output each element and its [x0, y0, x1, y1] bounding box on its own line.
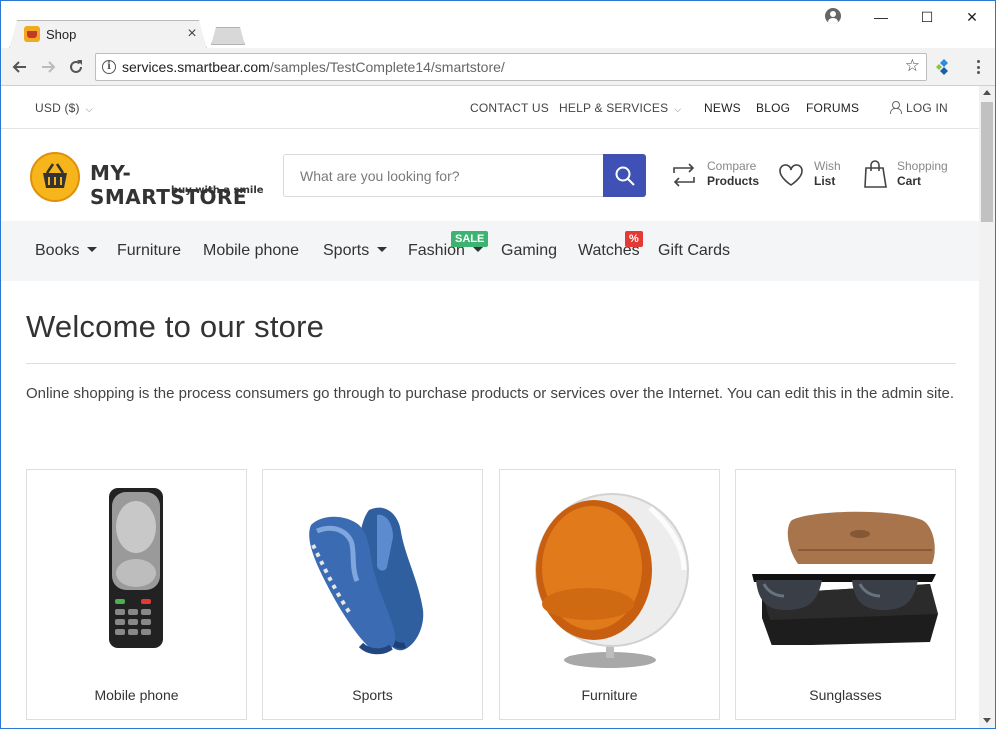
menu-label-books: Books	[35, 242, 80, 259]
forums-link[interactable]: FORUMS	[806, 101, 859, 115]
category-label: Sports	[352, 687, 393, 703]
page-viewport: USD ($) ⌵ CONTACT US HELP & SERVICES ⌵ NEW…	[1, 86, 979, 728]
wish-label-big: List	[814, 174, 836, 188]
blog-link[interactable]: BLOG	[756, 101, 790, 115]
site-info-icon[interactable]: i	[102, 60, 116, 74]
category-card-mobile-phone[interactable]: Mobile phone	[26, 469, 247, 720]
scroll-up-arrow-icon[interactable]	[983, 90, 991, 95]
login-link[interactable]: LOG IN	[890, 101, 948, 115]
wish-label-small: Wish	[814, 159, 841, 173]
search-button[interactable]	[603, 154, 646, 197]
help-services-menu[interactable]: HELP & SERVICES ⌵	[559, 101, 681, 115]
address-bar[interactable]: i services.smartbear.com/samples/TestCom…	[95, 53, 927, 81]
caret-down-icon	[87, 247, 98, 252]
forward-arrow-icon	[42, 61, 56, 73]
caret-down-icon	[377, 247, 388, 252]
menu-label-sports: Sports	[323, 242, 370, 259]
chevron-down-icon: ⌵	[85, 104, 93, 114]
url-text[interactable]: services.smartbear.com/samples/TestCompl…	[122, 59, 505, 75]
profile-icon[interactable]	[825, 8, 841, 24]
category-card-sports[interactable]: Sports	[262, 469, 483, 720]
shop-favicon-icon	[24, 26, 40, 42]
extension-icon[interactable]	[935, 58, 953, 76]
wishlist-button[interactable]: Wish List	[777, 159, 847, 195]
search-input[interactable]	[283, 154, 603, 197]
back-button[interactable]	[9, 56, 31, 78]
menu-item-furniture[interactable]: Furniture	[117, 242, 181, 260]
search-box	[283, 154, 646, 197]
browser-titlebar: Shop × — ☐ ✕	[1, 1, 995, 49]
currency-selector[interactable]: USD ($) ⌵	[35, 101, 93, 115]
discount-badge: %	[625, 231, 643, 247]
url-host: services.smartbear.com	[122, 59, 270, 75]
shopping-bag-icon	[864, 160, 887, 188]
browser-toolbar: i services.smartbear.com/samples/TestCom…	[1, 48, 995, 86]
store-logo[interactable]: MY-SMARTSTORE buy with a smile	[29, 151, 269, 209]
sale-badge: SALE	[451, 231, 489, 247]
store-header: MY-SMARTSTORE buy with a smile Compare P…	[1, 130, 979, 221]
main-menu: Books Furniture Mobile phone Sports Fash…	[1, 221, 979, 281]
scrollbar-thumb[interactable]	[981, 102, 993, 222]
compare-products-button[interactable]: Compare Products	[670, 159, 770, 195]
back-arrow-icon	[12, 61, 26, 73]
category-label: Sunglasses	[809, 687, 882, 703]
help-services-label: HELP & SERVICES	[559, 101, 669, 115]
menu-item-mobile-phone[interactable]: Mobile phone	[203, 242, 299, 260]
maximize-button[interactable]: ☐	[904, 5, 950, 29]
compare-label-small: Compare	[707, 159, 757, 173]
compare-arrows-icon	[673, 163, 695, 187]
reload-button[interactable]	[65, 56, 87, 78]
heart-icon	[779, 164, 803, 186]
category-card-sunglasses[interactable]: Sunglasses	[735, 469, 956, 720]
tab-close-icon[interactable]: ×	[184, 24, 200, 44]
ball-chair-image	[535, 493, 689, 668]
menu-item-gaming[interactable]: Gaming	[501, 242, 557, 260]
cart-label-big: Cart	[897, 174, 922, 188]
menu-item-gift-cards[interactable]: Gift Cards	[658, 242, 730, 260]
sneakers-image	[309, 507, 424, 655]
login-label: LOG IN	[906, 101, 948, 115]
user-icon	[890, 101, 902, 114]
shopping-cart-button[interactable]: Shopping Cart	[862, 159, 957, 195]
browser-menu-icon[interactable]	[971, 57, 985, 77]
page-title: Welcome to our store	[26, 309, 325, 344]
currency-label: USD ($)	[35, 101, 80, 115]
cart-label-small: Shopping	[897, 159, 948, 173]
close-window-button[interactable]: ✕	[949, 5, 995, 29]
category-label: Mobile phone	[94, 687, 179, 703]
bookmark-star-icon[interactable]: ☆	[905, 56, 920, 76]
chevron-down-icon: ⌵	[674, 104, 682, 114]
forward-button[interactable]	[37, 56, 59, 78]
new-tab-button[interactable]	[211, 27, 245, 45]
page-scrollbar[interactable]	[979, 86, 995, 728]
intro-text: Online shopping is the process consumers…	[26, 385, 955, 402]
category-label: Furniture	[581, 687, 638, 703]
news-link[interactable]: NEWS	[704, 101, 741, 115]
scroll-down-arrow-icon[interactable]	[983, 718, 991, 723]
category-card-furniture[interactable]: Furniture	[499, 469, 720, 720]
tab-title: Shop	[46, 27, 77, 42]
browser-window: Shop × — ☐ ✕ i services.smartbear.com/sa…	[0, 0, 996, 729]
search-icon	[615, 166, 635, 186]
menu-item-sports[interactable]: Sports	[323, 242, 388, 260]
reload-icon	[70, 60, 82, 73]
mobile-phone-image	[109, 488, 163, 648]
url-path: /samples/TestComplete14/smartstore/	[269, 59, 505, 75]
caret-down-icon	[472, 247, 483, 252]
top-utility-bar: USD ($) ⌵ CONTACT US HELP & SERVICES ⌵ NEW…	[1, 86, 979, 129]
title-divider	[26, 363, 956, 364]
basket-logo-icon	[30, 152, 80, 202]
logo-tagline: buy with a smile	[171, 185, 264, 196]
minimize-button[interactable]: —	[858, 5, 904, 29]
contact-us-link[interactable]: CONTACT US	[470, 101, 549, 115]
sunglasses-image	[752, 511, 938, 645]
menu-item-books[interactable]: Books	[35, 242, 98, 260]
compare-label-big: Products	[707, 174, 760, 188]
